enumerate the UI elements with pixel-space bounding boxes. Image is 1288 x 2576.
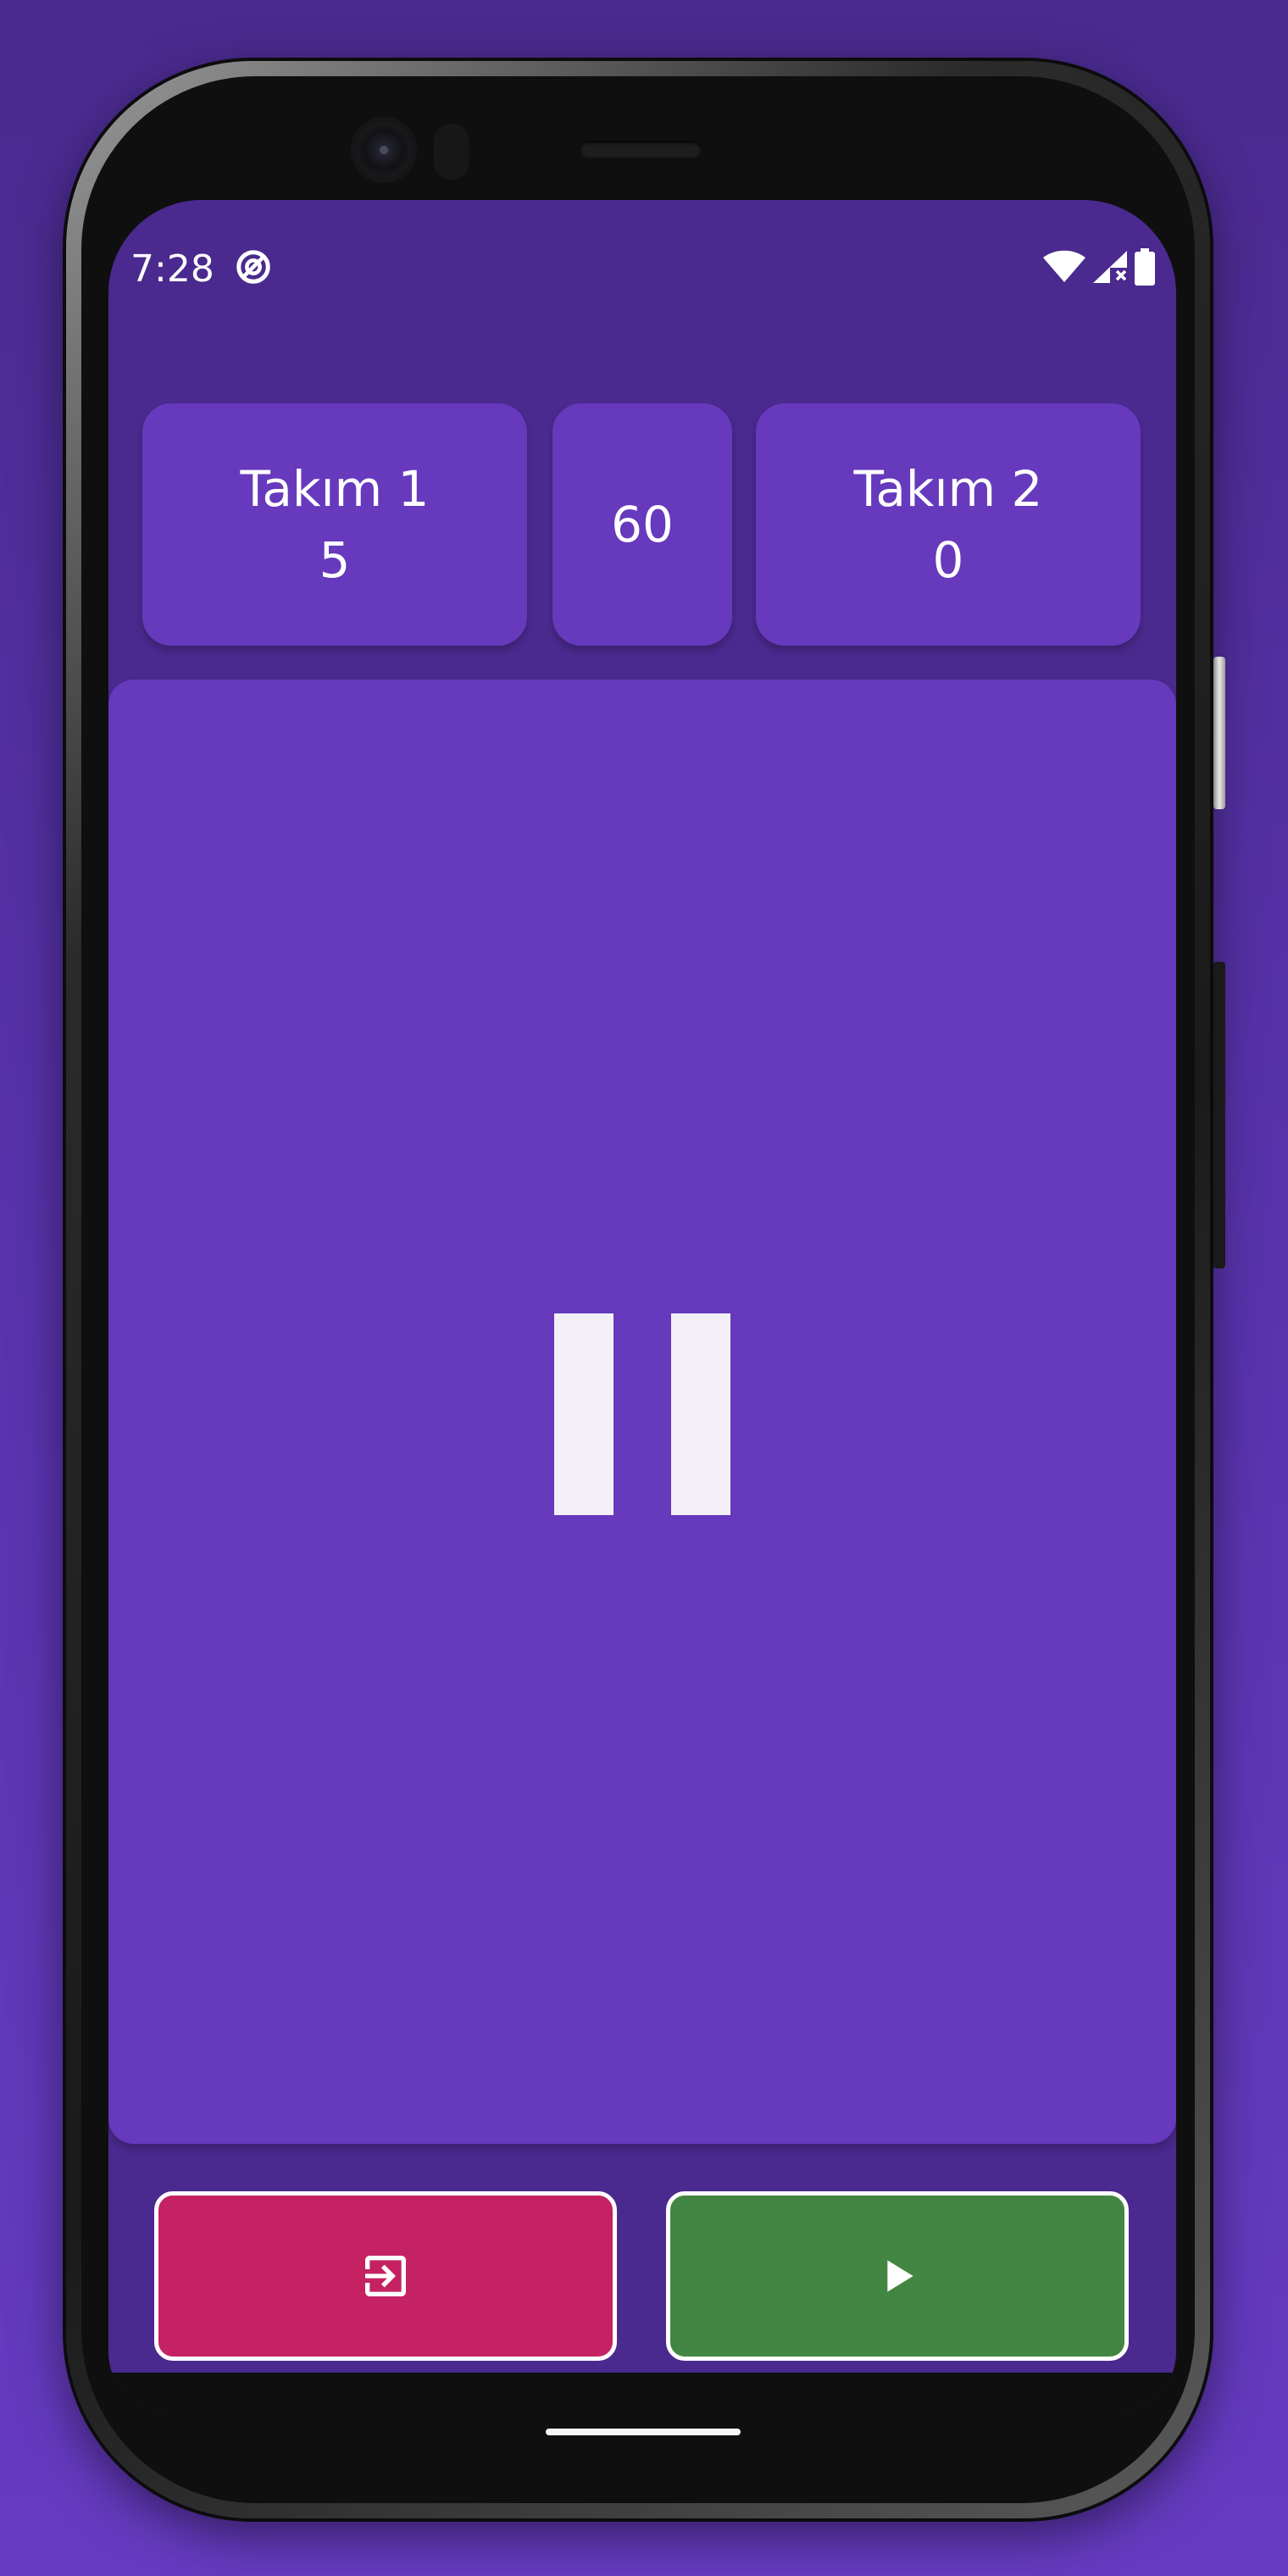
- team2-card: Takım 2 0: [756, 403, 1141, 646]
- data-saver-icon: [236, 250, 270, 284]
- status-icons: [1042, 247, 1156, 286]
- timer-card: 60: [552, 403, 732, 646]
- power-button: [1213, 657, 1225, 809]
- exit-button[interactable]: [154, 2191, 617, 2361]
- team2-score: 0: [932, 531, 964, 589]
- wifi-icon: [1043, 250, 1085, 282]
- play-button[interactable]: [666, 2191, 1129, 2361]
- team1-name: Takım 1: [240, 459, 430, 518]
- game-play-area[interactable]: [108, 680, 1176, 2144]
- exit-icon: [365, 2256, 406, 2296]
- status-bar: 7:28: [108, 200, 1176, 302]
- navigation-bar: [108, 2373, 1176, 2412]
- home-indicator[interactable]: [546, 2429, 741, 2435]
- status-time: 7:28: [130, 247, 214, 291]
- pause-icon: [554, 1313, 730, 1515]
- front-camera-icon: [351, 117, 417, 183]
- play-icon: [887, 2260, 913, 2292]
- pause-bar-left: [554, 1313, 613, 1515]
- team1-score: 5: [319, 531, 351, 589]
- battery-icon: [1135, 248, 1155, 286]
- timer-value: 60: [611, 496, 674, 553]
- pause-bar-right: [671, 1313, 730, 1515]
- proximity-sensor: [434, 124, 469, 180]
- cell-signal-icon: [1093, 251, 1127, 283]
- app-screen: 7:28 Takım 1 5 60 Takım 2 0: [108, 200, 1176, 2412]
- earpiece-speaker: [580, 141, 702, 158]
- team2-name: Takım 2: [853, 459, 1043, 518]
- team1-card: Takım 1 5: [142, 403, 527, 646]
- volume-button: [1213, 962, 1225, 1269]
